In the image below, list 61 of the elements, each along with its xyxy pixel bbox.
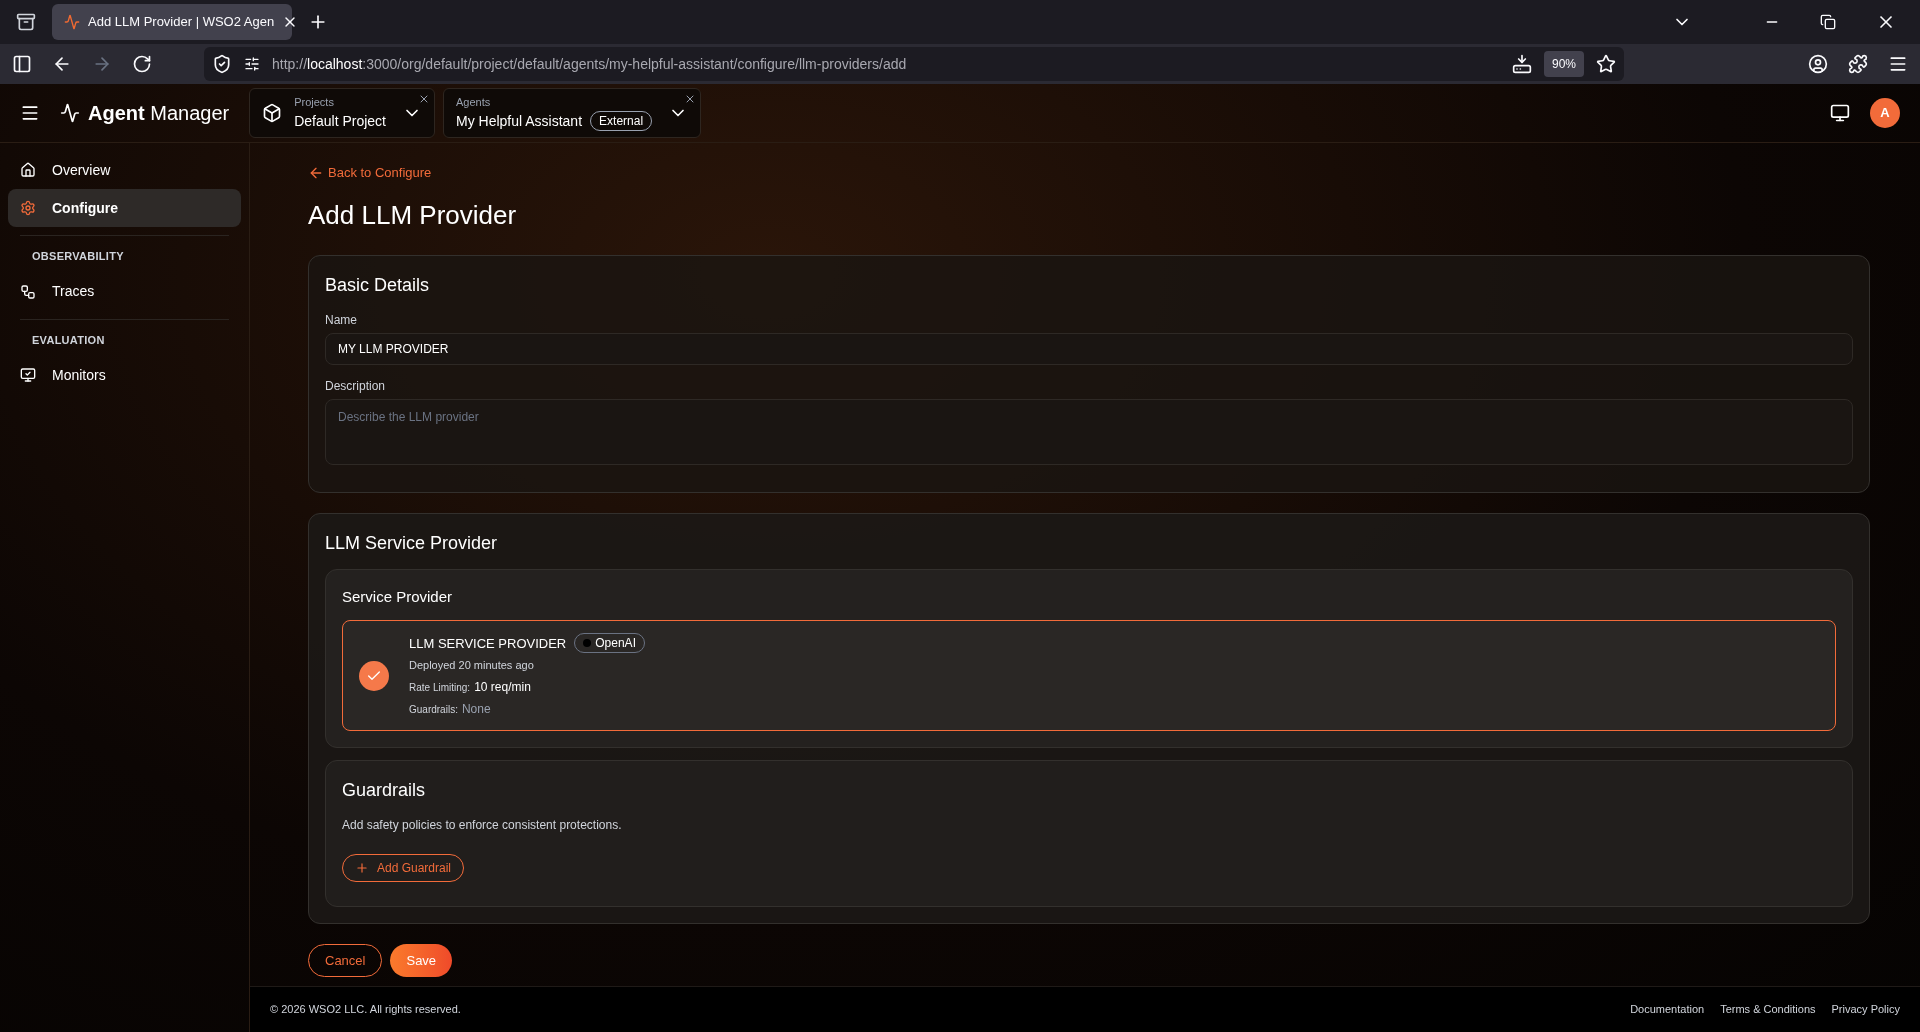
section-title: Basic Details <box>325 273 431 297</box>
browser-tab[interactable]: Add LLM Provider | WSO2 Agen <box>52 4 292 40</box>
nodes-icon <box>20 283 36 300</box>
rate-limit-label: Rate Limiting: <box>409 680 471 695</box>
monitor-icon[interactable] <box>1830 103 1850 123</box>
guardrails-label: Guardrails: <box>409 702 458 717</box>
guardrails-value: None <box>461 700 491 718</box>
section-heading: EVALUATION <box>31 332 106 348</box>
section-title: LLM Service Provider <box>325 531 499 555</box>
back-link[interactable]: Back to Configure <box>308 163 432 183</box>
reload-icon[interactable] <box>132 54 152 74</box>
menu-icon[interactable] <box>1888 54 1908 74</box>
app-title: Agent Manager <box>88 101 230 126</box>
account-icon[interactable] <box>1808 54 1828 74</box>
name-field[interactable]: MY LLM PROVIDER <box>325 332 1853 365</box>
footer-link[interactable]: Terms & Conditions <box>1720 1001 1816 1018</box>
bookmark-star-icon[interactable] <box>1596 54 1616 74</box>
extensions-icon[interactable] <box>1848 54 1868 74</box>
rate-limit-value: 10 req/min <box>474 678 531 696</box>
plus-icon <box>355 860 369 875</box>
address-bar[interactable]: http://localhost:3000/org/default/project/default/agents/my-helpful-assistant/configure/llm-providers/add 90% <box>204 47 1624 81</box>
selector-dropdown[interactable]: Agents My Helpful Assistant External <box>443 88 702 138</box>
selector-dropdown[interactable]: Projects Default Project <box>249 88 435 138</box>
zoom-level[interactable]: 90% <box>1543 51 1584 77</box>
check-icon <box>359 660 389 691</box>
clear-icon[interactable] <box>418 93 430 105</box>
copyright-text: © 2026 WSO2 LLC. All rights reserved. <box>270 1002 461 1018</box>
selector-label: Projects <box>294 95 335 111</box>
selector-value: Default Project <box>294 111 386 131</box>
subsection-title: Service Provider <box>342 586 454 607</box>
gear-icon <box>20 200 36 216</box>
provider-card[interactable]: LLM SERVICE PROVIDER OpenAI Deployed 20 minutes ago Rate Limiting: 10 req/min Guardrails: None <box>342 620 1836 731</box>
sidebar-toggle-icon[interactable] <box>12 54 32 74</box>
field-label: Description <box>325 377 387 395</box>
deployed-time: Deployed 20 minutes ago <box>409 658 535 674</box>
selector-label: Agents <box>456 95 492 111</box>
cube-icon <box>262 103 283 123</box>
favicon-icon <box>64 14 80 30</box>
selector-value: My Helpful Assistant <box>456 111 583 131</box>
section-heading: OBSERVABILITY <box>31 249 125 264</box>
permissions-icon[interactable] <box>244 56 260 72</box>
nav-item[interactable]: Monitors <box>8 356 241 394</box>
download-icon[interactable] <box>1511 54 1532 74</box>
page-title: Add LLM Provider <box>308 198 518 232</box>
logo-icon <box>60 103 80 123</box>
provider-name: LLM SERVICE PROVIDER <box>409 634 567 653</box>
menu-icon[interactable] <box>20 103 40 123</box>
shield-icon <box>212 54 232 74</box>
footer-link[interactable]: Documentation <box>1630 1001 1705 1018</box>
home-icon <box>20 162 36 178</box>
nav-item[interactable]: Traces <box>8 272 241 311</box>
guardrails-description: Add safety policies to enforce consistent protections. <box>342 816 623 834</box>
nav-item[interactable]: Overview <box>8 151 241 189</box>
subsection-title: Guardrails <box>342 778 427 802</box>
description-field[interactable]: Describe the LLM provider <box>325 398 1853 465</box>
monitor-icon <box>20 367 36 383</box>
footer-link[interactable]: Privacy Policy <box>1831 1001 1900 1018</box>
tab-list-icon[interactable] <box>16 12 36 32</box>
restore-icon[interactable] <box>1820 14 1836 30</box>
nav-item[interactable]: Configure <box>8 189 241 227</box>
field-label: Name <box>325 311 358 329</box>
